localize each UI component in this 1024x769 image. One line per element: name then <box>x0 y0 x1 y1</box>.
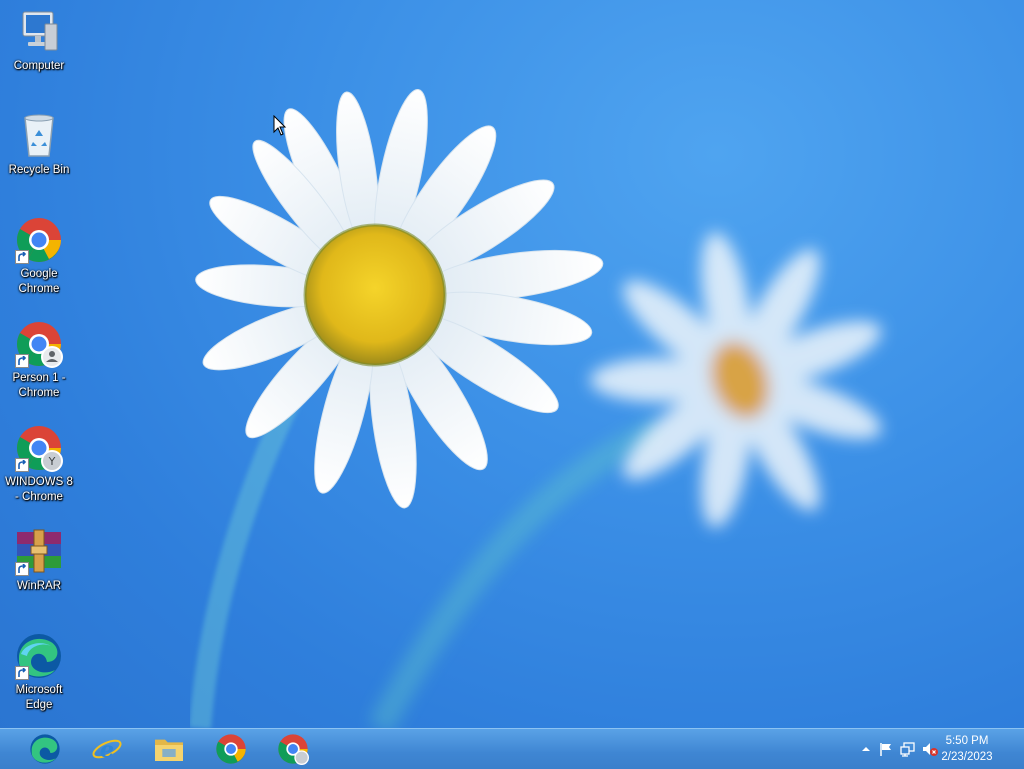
clock-date: 2/23/2023 <box>941 751 993 763</box>
desktop-icon-label: Microsoft Edge <box>15 684 63 711</box>
desktop-icon-label: Computer <box>13 60 65 72</box>
shortcut-arrow-icon <box>15 250 29 264</box>
taskbar-internet-explorer-button[interactable]: e <box>78 731 136 767</box>
desktop-icon-label: Person 1 - Chrome <box>12 372 66 399</box>
shortcut-arrow-icon <box>15 562 29 576</box>
file-explorer-icon <box>155 739 183 761</box>
desktop-icon-label: Google Chrome <box>18 268 60 295</box>
taskbar-chrome-profile-button[interactable] <box>264 731 322 767</box>
system-tray: 5:50 PM 2/23/2023 <box>834 729 1024 769</box>
show-hidden-icons-chevron-icon[interactable] <box>858 741 874 757</box>
desktop-icon-windows8-chrome[interactable]: Y WINDOWS 8 - Chrome <box>2 424 76 505</box>
desktop-icon-google-chrome[interactable]: Google Chrome <box>2 216 76 297</box>
shortcut-arrow-icon <box>15 666 29 680</box>
computer-icon <box>15 8 63 56</box>
taskbar-file-explorer-button[interactable] <box>140 731 198 767</box>
desktop-icon-label: WinRAR <box>16 580 62 592</box>
chrome-icon <box>15 216 63 264</box>
chrome-profile-icon: Y <box>15 424 63 472</box>
edge-icon <box>30 734 60 764</box>
desktop-icon-microsoft-edge[interactable]: Microsoft Edge <box>2 632 76 713</box>
desktop-icon-recycle-bin[interactable]: Recycle Bin <box>2 112 76 178</box>
desktop-icon-label: WINDOWS 8 - Chrome <box>5 476 73 503</box>
edge-icon <box>15 632 63 680</box>
svg-text:e: e <box>100 737 114 763</box>
taskbar-chrome-button[interactable] <box>202 731 260 767</box>
recycle-bin-icon <box>15 112 63 160</box>
desktop-icon-person1-chrome[interactable]: Person 1 - Chrome <box>2 320 76 401</box>
desktop-icon-label: Recycle Bin <box>8 164 70 176</box>
taskbar-clock[interactable]: 5:50 PM 2/23/2023 <box>932 733 1002 765</box>
desktop-icon-computer[interactable]: Computer <box>2 8 76 74</box>
mouse-cursor-icon <box>273 115 287 136</box>
taskbar-edge-button[interactable] <box>16 731 74 767</box>
internet-explorer-icon: e <box>92 737 122 763</box>
network-icon[interactable] <box>900 741 916 757</box>
clock-time: 5:50 PM <box>945 735 989 747</box>
taskbar: e 5:50 PM 2/23/2023 <box>0 728 1024 769</box>
chrome-profile-icon <box>278 734 309 765</box>
svg-text:Y: Y <box>48 455 56 468</box>
desktop-icon-winrar[interactable]: WinRAR <box>2 528 76 594</box>
shortcut-arrow-icon <box>15 458 29 472</box>
winrar-icon <box>15 528 63 576</box>
desktop[interactable]: Computer Recycle Bin Google Chrome Perso… <box>0 0 1024 728</box>
chrome-icon <box>216 734 246 764</box>
shortcut-arrow-icon <box>15 354 29 368</box>
action-center-flag-icon[interactable] <box>878 741 894 757</box>
wallpaper-daisy <box>189 88 882 728</box>
chrome-profile-icon <box>15 320 63 368</box>
